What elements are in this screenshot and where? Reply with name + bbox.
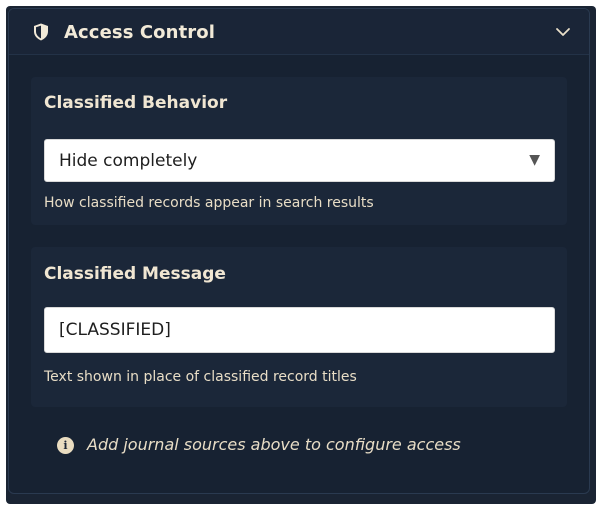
- classified-behavior-selected: Hide completely: [59, 151, 198, 171]
- classified-message-input[interactable]: [CLASSIFIED]: [44, 307, 555, 353]
- panel-header[interactable]: Access Control: [9, 9, 589, 55]
- classified-message-value: [CLASSIFIED]: [59, 320, 171, 340]
- triangle-down-icon: ▼: [529, 152, 540, 168]
- shield-icon: [34, 23, 48, 41]
- panel-title: Access Control: [64, 22, 215, 43]
- classified-message-title: Classified Message: [44, 264, 226, 284]
- classified-message-section: Classified Message [CLASSIFIED] Text sho…: [31, 247, 567, 407]
- classified-behavior-title: Classified Behavior: [44, 93, 228, 113]
- classified-behavior-section: Classified Behavior Hide completely ▼ Ho…: [31, 77, 567, 225]
- classified-behavior-help: How classified records appear in search …: [44, 195, 374, 211]
- chevron-down-icon[interactable]: [555, 26, 571, 38]
- classified-message-help: Text shown in place of classified record…: [44, 369, 357, 385]
- access-control-panel: Access Control Classified Behavior Hide …: [8, 8, 590, 494]
- configure-note-text: Add journal sources above to configure a…: [87, 435, 461, 454]
- info-icon: i: [57, 437, 74, 454]
- classified-behavior-select[interactable]: Hide completely ▼: [44, 139, 555, 182]
